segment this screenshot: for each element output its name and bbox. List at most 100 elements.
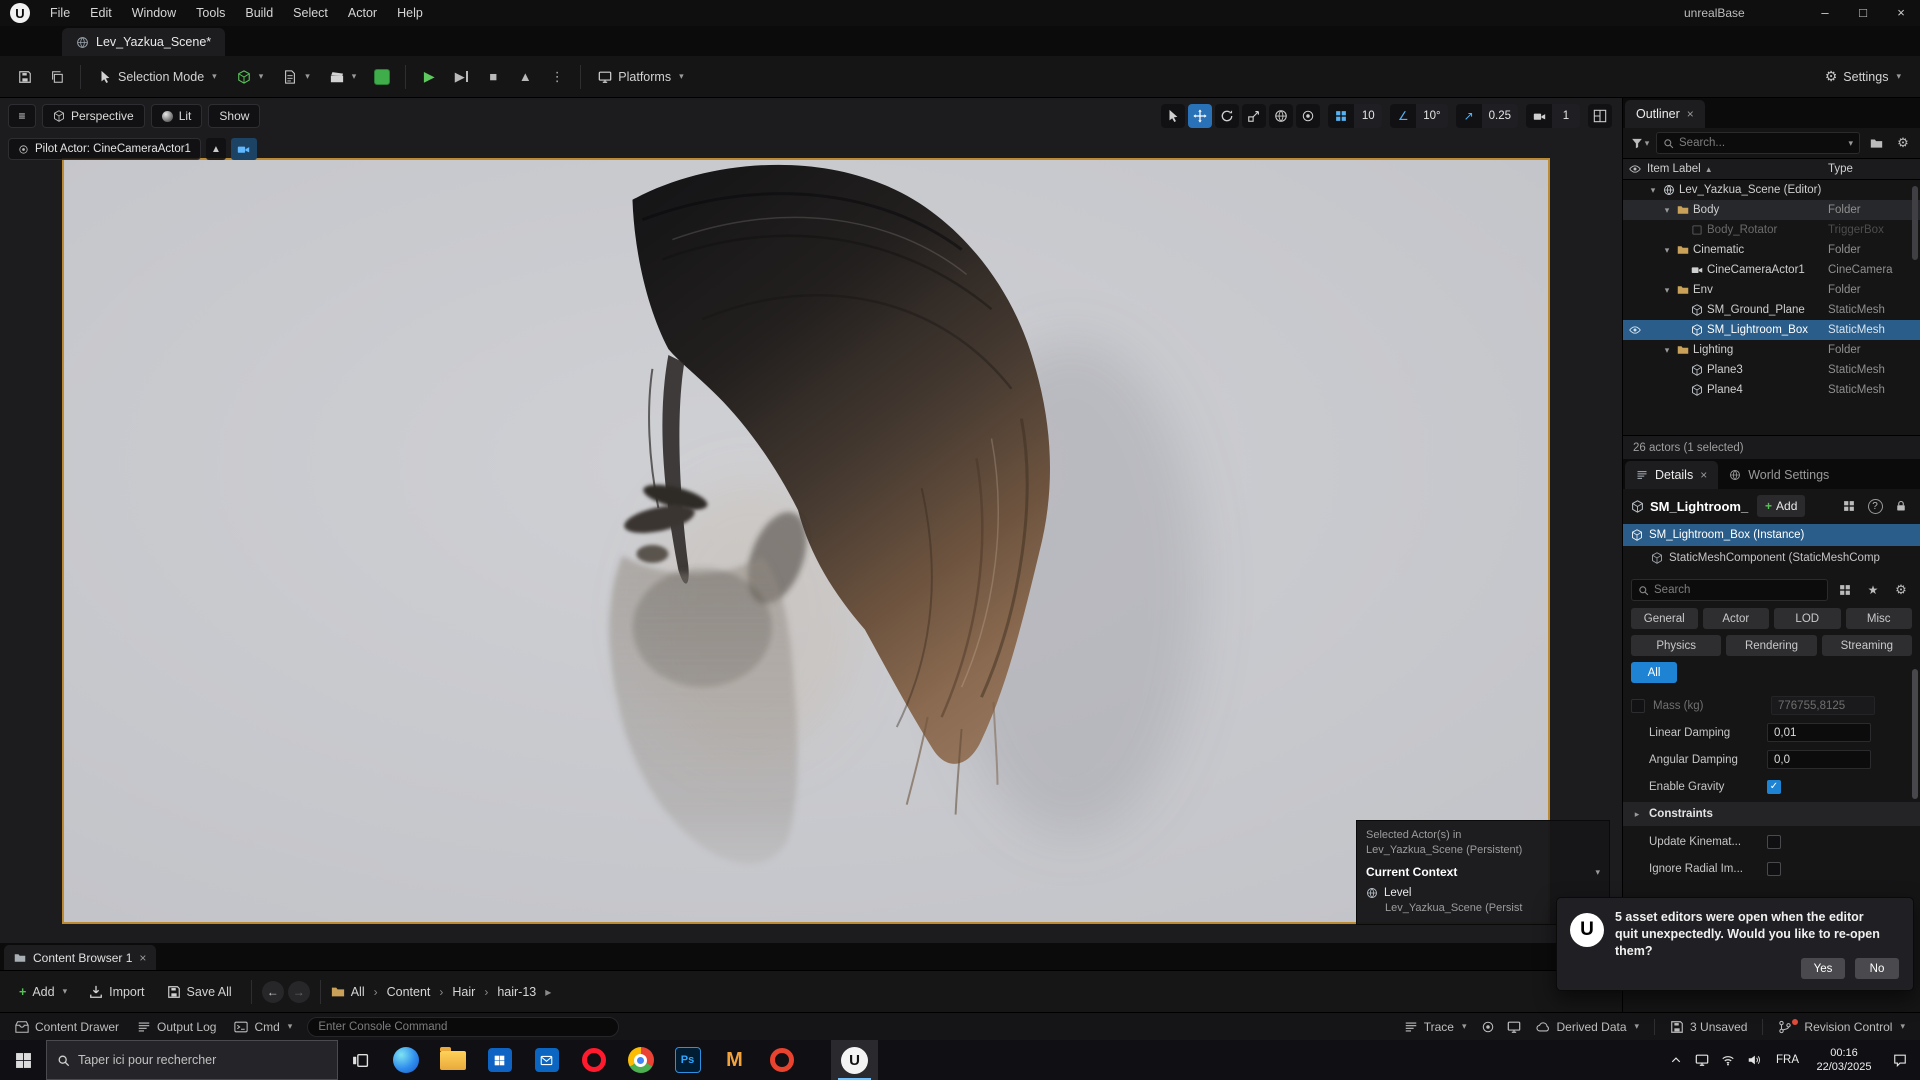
stop-button[interactable]: ■ [478,62,508,92]
scale-tool-button[interactable] [1242,104,1267,128]
tray-network-icon[interactable] [1715,1040,1741,1080]
taskbar-search-input[interactable] [78,1053,327,1067]
component-row[interactable]: StaticMeshComponent (StaticMeshComp [1623,547,1920,569]
outliner-new-folder-button[interactable] [1865,132,1887,154]
filter-lod[interactable]: LOD [1774,608,1841,629]
console-command-field[interactable] [307,1016,620,1037]
menu-actor[interactable]: Actor [338,0,387,26]
cinematics-dropdown[interactable]: ▾ [321,62,366,92]
record-button[interactable] [1477,1016,1499,1038]
surface-snap-toggle[interactable] [1296,104,1321,128]
outliner-row[interactable]: Body_Rotator TriggerBox [1623,220,1920,240]
outliner-row[interactable]: Plane3 StaticMesh [1623,360,1920,380]
instance-row-selected[interactable]: SM_Lightroom_Box (Instance) [1623,524,1920,546]
details-lock-button[interactable] [1890,495,1912,517]
taskbar-search[interactable] [46,1040,338,1080]
mass-value-field[interactable]: 776755,8125 [1771,696,1875,715]
play-button[interactable]: ▶ [414,62,444,92]
outliner-row[interactable]: SM_Ground_Plane StaticMesh [1623,300,1920,320]
screenshot-button[interactable] [1503,1016,1525,1038]
content-drawer-button[interactable]: Content Drawer [8,1013,126,1041]
taskbar-app-opera[interactable] [570,1040,617,1080]
world-settings-tab[interactable]: World Settings [1718,461,1840,489]
taskbar-app-unreal[interactable]: U [831,1040,878,1080]
menu-tools[interactable]: Tools [186,0,235,26]
scale-snap-value[interactable]: 0.25 [1481,104,1518,128]
camera-speed-control[interactable]: 1 [1526,104,1580,128]
outliner-row-selected[interactable]: SM_Lightroom_Box StaticMesh [1623,320,1920,340]
selection-mode-dropdown[interactable]: Selection Mode ▾ [89,62,226,92]
stop-piloting-button[interactable]: ▲ [205,138,226,160]
details-favorites-button[interactable]: ★ [1862,579,1884,601]
angular-damping-field[interactable]: 0,0 [1767,750,1871,769]
plugin-button[interactable] [367,62,397,92]
update-kinematic-checkbox[interactable] [1767,834,1781,849]
mass-override-checkbox[interactable] [1631,698,1645,713]
close-icon[interactable]: × [1687,107,1694,121]
platforms-dropdown[interactable]: Platforms ▾ [589,62,692,92]
menu-edit[interactable]: Edit [80,0,122,26]
outliner-tab[interactable]: Outliner × [1625,100,1705,128]
expander-icon[interactable]: ▾ [1661,245,1673,256]
show-dropdown[interactable]: Show [208,104,261,128]
breadcrumb-hair-13[interactable]: hair-13 [495,985,538,999]
enable-gravity-checkbox[interactable]: ✓ [1767,779,1781,794]
camera-view[interactable] [62,158,1550,924]
item-label-column-header[interactable]: Item Label ▲ [1647,163,1828,175]
close-button[interactable]: × [1882,0,1920,26]
details-tab[interactable]: Details × [1625,461,1719,489]
pilot-actor-label-pill[interactable]: Pilot Actor: CineCameraActor1 [8,138,201,160]
add-actor-dropdown[interactable]: ▾ [228,62,273,92]
maximize-viewport-button[interactable] [1588,104,1612,128]
frame-skip-button[interactable]: ▶ [446,62,476,92]
outliner-settings-button[interactable]: ⚙ [1892,132,1914,154]
perspective-dropdown[interactable]: Perspective [42,104,145,128]
breadcrumb-hair[interactable]: Hair [450,985,477,999]
outliner-row[interactable]: Plane4 StaticMesh [1623,380,1920,400]
taskbar-app-edge[interactable] [382,1040,429,1080]
breadcrumb-caret[interactable]: ▸ [542,985,554,999]
translate-tool-button[interactable] [1188,104,1213,128]
play-options-button[interactable]: ⋮ [542,62,572,92]
details-scrollbar[interactable] [1912,669,1918,799]
menu-select[interactable]: Select [283,0,338,26]
console-input[interactable] [318,1020,609,1033]
expander-icon[interactable]: ▾ [1661,285,1673,296]
details-browse-button[interactable] [1838,495,1860,517]
pilot-camera-view-toggle[interactable] [230,138,257,160]
back-button[interactable]: ← [261,980,284,1003]
derived-data-dropdown[interactable]: Derived Data ▾ [1529,1013,1646,1041]
maximize-button[interactable]: □ [1844,0,1882,26]
expander-icon[interactable]: ▾ [1661,345,1673,356]
outliner-row[interactable]: ▾ Env Folder [1623,280,1920,300]
level-viewport[interactable]: ≡ Perspective Lit Show 10 ∠ 10° ↗ 0.25 1… [0,98,1622,943]
filter-streaming[interactable]: Streaming [1821,635,1912,656]
menu-build[interactable]: Build [235,0,283,26]
menu-file[interactable]: File [40,0,80,26]
cb-import-button[interactable]: Import [80,977,153,1007]
task-view-button[interactable] [338,1040,382,1080]
tray-hidden-icons-button[interactable] [1663,1040,1689,1080]
outliner-row[interactable]: ▾ Lighting Folder [1623,340,1920,360]
details-search[interactable] [1631,579,1828,601]
trace-dropdown[interactable]: Trace ▾ [1397,1013,1474,1041]
settings-dropdown[interactable]: ⚙ Settings ▾ [1816,62,1910,92]
start-button[interactable] [0,1040,46,1080]
cmd-dropdown[interactable]: Cmd ▾ [227,1013,299,1041]
breadcrumb-all[interactable]: All [349,985,367,999]
outliner-row[interactable]: ▾ Body Folder [1623,200,1920,220]
outliner-row[interactable]: CineCameraActor1 CineCamera [1623,260,1920,280]
breadcrumb-content[interactable]: Content [385,985,433,999]
tray-volume-icon[interactable] [1741,1040,1767,1080]
filter-all[interactable]: All [1631,662,1677,683]
save-button[interactable] [10,62,40,92]
outliner-row[interactable]: ▾ Cinematic Folder [1623,240,1920,260]
lit-dropdown[interactable]: Lit [150,104,203,128]
filter-physics[interactable]: Physics [1631,635,1722,656]
outliner-filter-button[interactable]: ▾ [1629,132,1651,154]
camera-speed-value[interactable]: 1 [1552,104,1580,128]
output-log-button[interactable]: Output Log [130,1013,223,1041]
tab-level-scene[interactable]: Lev_Yazkua_Scene* [62,28,226,56]
filter-misc[interactable]: Misc [1845,608,1912,629]
ignore-radial-checkbox[interactable] [1767,861,1781,876]
